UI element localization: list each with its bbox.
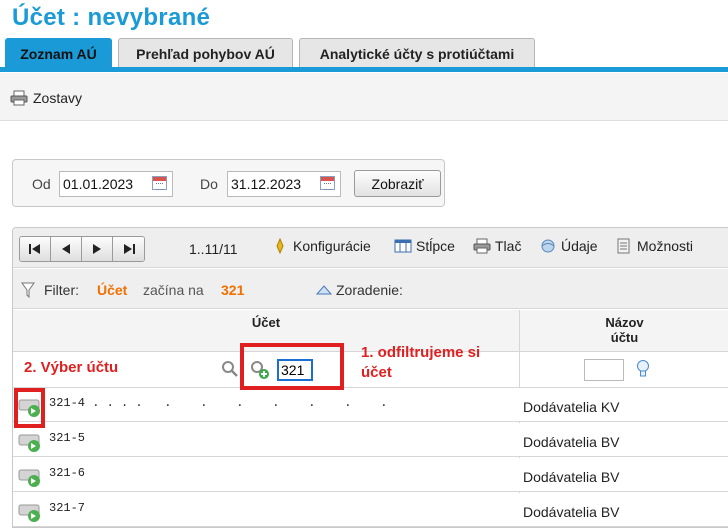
data-button[interactable]: Údaje [539, 238, 598, 254]
data-icon [541, 239, 555, 253]
account-name: Dodávatelia BV [523, 504, 620, 520]
account-code: 321-6 [49, 466, 86, 480]
next-page-button[interactable] [82, 237, 113, 261]
highlight-filter-box [240, 343, 344, 390]
print-label: Tlač [495, 238, 522, 254]
last-page-icon [123, 244, 135, 254]
tab-bar: Zoznam AÚ Prehľad pohybov AÚ Analytické … [0, 38, 728, 72]
first-page-icon [29, 244, 40, 254]
first-page-button[interactable] [20, 237, 51, 261]
tab-analyticke-ucty[interactable]: Analytické účty s protiúčtami [299, 38, 535, 68]
lightbulb-icon[interactable] [636, 359, 650, 379]
options-label: Možnosti [637, 238, 694, 254]
account-name: Dodávatelia KV [523, 399, 620, 415]
table-row[interactable]: 321-4 . . . . . . . . . . . Dodávatelia … [13, 388, 728, 422]
annotation-step2: 2. Výber účtu [24, 359, 119, 376]
filter-icon [21, 282, 35, 298]
account-code: 321-7 [49, 501, 86, 515]
prev-page-icon [62, 244, 70, 254]
grid-toolbar: 1..11/11 Konfigurácie Stĺpce Tlač Údaje … [13, 228, 728, 268]
sort-icon [316, 285, 332, 295]
column-name-label-line1: Názov [605, 315, 644, 330]
table-row[interactable]: 321-5 Dodávatelia BV [13, 423, 728, 457]
date-range-panel: Od Do Zobraziť [12, 159, 445, 207]
filter-value[interactable]: 321 [221, 282, 244, 298]
account-code: 321-4 . . . . . . . . . . . [49, 396, 388, 410]
calendar-icon[interactable] [152, 176, 167, 190]
tab-underline [0, 67, 728, 72]
main-toolbar: Zostavy [0, 73, 728, 121]
tab-prehlad-pohybov[interactable]: Prehľad pohybov AÚ [118, 38, 293, 68]
search-icon[interactable] [221, 360, 239, 378]
configuration-label: Konfigurácie [293, 238, 371, 254]
page-title: Účet : nevybrané [12, 4, 211, 31]
printer-icon [473, 238, 491, 254]
filter-label: Filter: [44, 282, 79, 298]
table-row[interactable]: 321-6 Dodávatelia BV [13, 458, 728, 492]
print-button[interactable]: Tlač [473, 238, 521, 254]
columns-icon [394, 239, 412, 253]
highlight-select-box [14, 388, 45, 428]
date-to-label: Do [200, 176, 218, 192]
options-icon [617, 238, 630, 254]
data-label: Údaje [561, 238, 598, 254]
date-from-label: Od [32, 176, 51, 192]
columns-label: Stĺpce [416, 238, 455, 254]
calendar-icon[interactable] [320, 176, 335, 190]
annotation-step1: 1. odfiltrujeme si účet [361, 344, 481, 381]
column-account-label: Účet [251, 315, 281, 330]
prev-page-button[interactable] [51, 237, 82, 261]
column-name-label-line2: účtu [610, 330, 639, 345]
pager [19, 236, 145, 262]
filter-bar: Filter: Účet začína na 321 Zoradenie: [13, 269, 728, 309]
configuration-button[interactable]: Konfigurácie [271, 238, 371, 254]
column-header-name[interactable]: Názov účtu [520, 310, 728, 352]
show-button[interactable]: Zobraziť [354, 170, 441, 197]
page-info: 1..11/11 [189, 241, 238, 257]
account-name: Dodávatelia BV [523, 434, 620, 450]
account-name: Dodávatelia BV [523, 469, 620, 485]
select-row-icon[interactable] [17, 432, 43, 454]
name-filter-input[interactable] [584, 359, 624, 381]
sort-label[interactable]: Zoradenie: [336, 282, 403, 298]
printer-icon [10, 90, 28, 106]
last-page-button[interactable] [113, 237, 144, 261]
configuration-icon [276, 238, 284, 254]
table-row[interactable]: 321-7 Dodávatelia BV [13, 493, 728, 527]
columns-button[interactable]: Stĺpce [394, 238, 455, 254]
options-button[interactable]: Možnosti [615, 238, 693, 254]
next-page-icon [93, 244, 101, 254]
account-code: 321-5 [49, 431, 86, 445]
tab-zoznam-au[interactable]: Zoznam AÚ [5, 38, 112, 68]
reports-button[interactable]: Zostavy [10, 90, 82, 106]
select-row-icon[interactable] [17, 502, 43, 524]
filter-field[interactable]: Účet [97, 282, 127, 298]
filter-operator: začína na [143, 282, 204, 298]
select-row-icon[interactable] [17, 467, 43, 489]
reports-label: Zostavy [33, 90, 83, 106]
